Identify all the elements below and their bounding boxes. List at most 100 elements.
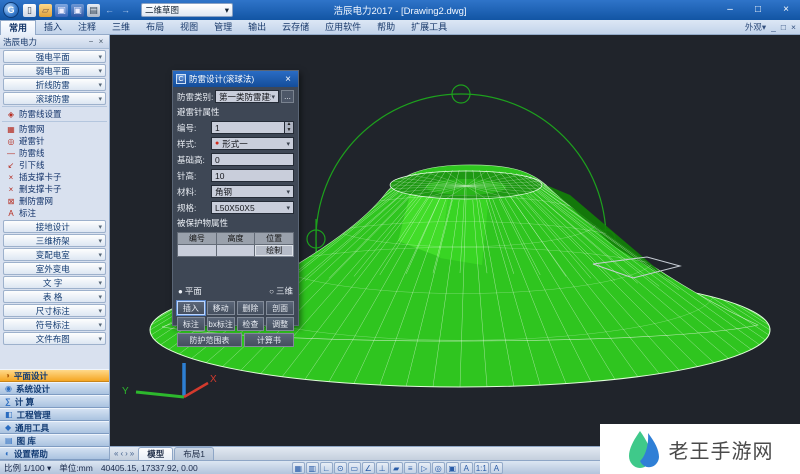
sidebar-item-lightning-rod[interactable]: ◎ 避雷针 bbox=[0, 135, 109, 147]
number-spinner[interactable]: ▲ ▼ bbox=[285, 121, 294, 134]
minimize-button[interactable]: – bbox=[716, 1, 744, 19]
calculation-report-button[interactable]: 计算书 bbox=[244, 333, 294, 347]
3d-radio-label[interactable]: 三维 bbox=[276, 285, 293, 297]
snap-toggle-icon[interactable]: ▥ bbox=[306, 462, 319, 474]
grid-toggle-icon[interactable]: ▦ bbox=[292, 462, 305, 474]
next-tab-icon[interactable]: › bbox=[125, 449, 128, 458]
sidebar-pin-icon[interactable]: − bbox=[86, 37, 96, 46]
quick-props-toggle-icon[interactable]: ◎ bbox=[432, 462, 445, 474]
prev-tab-icon[interactable]: ‹ bbox=[120, 449, 123, 458]
sidebar-item-delete-clamp[interactable]: × 删支撑卡子 bbox=[0, 183, 109, 195]
annotation-auto-icon[interactable]: A bbox=[490, 462, 503, 474]
sidebar-group-substation-room[interactable]: 变配电室▾ bbox=[3, 248, 106, 261]
annotation-visibility-icon[interactable]: A bbox=[460, 462, 473, 474]
maximize-button[interactable]: □ bbox=[744, 1, 772, 19]
ribbon-tab-ext-tools[interactable]: 扩展工具 bbox=[403, 20, 455, 35]
sidebar-item-annotate[interactable]: A 标注 bbox=[0, 207, 109, 219]
sidebar-group-file-layout[interactable]: 文件布图▾ bbox=[3, 332, 106, 345]
dialog-title-bar[interactable]: C 防雷设计(滚球法) × bbox=[173, 71, 298, 87]
plane-radio-icon[interactable]: ● bbox=[178, 287, 183, 296]
more-options-button[interactable]: ... bbox=[281, 90, 294, 103]
material-select[interactable]: 角钢 ▾ bbox=[211, 185, 294, 198]
appearance-dropdown[interactable]: 外观▾ bbox=[745, 21, 766, 33]
workspace-toggle-icon[interactable]: ▣ bbox=[446, 462, 459, 474]
number-input[interactable]: 1 bbox=[211, 121, 285, 134]
doc-minimize-button[interactable]: _ bbox=[771, 22, 776, 32]
selection-toggle-icon[interactable]: ▷ bbox=[418, 462, 431, 474]
nav-calculation[interactable]: ∑ 计 算 bbox=[0, 395, 109, 408]
doc-restore-button[interactable]: □ bbox=[781, 22, 786, 32]
ribbon-tab-insert[interactable]: 插入 bbox=[36, 20, 70, 35]
sidebar-group-polyline-lightning[interactable]: 折线防雷▾ bbox=[3, 78, 106, 91]
ribbon-tab-apps[interactable]: 应用软件 bbox=[317, 20, 369, 35]
base-height-input[interactable]: 0 bbox=[211, 153, 294, 166]
dialog-close-icon[interactable]: × bbox=[281, 74, 295, 85]
sidebar-close-icon[interactable]: × bbox=[96, 37, 106, 46]
close-button[interactable]: × bbox=[772, 1, 800, 19]
annotate-button[interactable]: 标注 bbox=[177, 317, 205, 331]
save-icon[interactable]: ▣ bbox=[55, 4, 68, 17]
delete-button[interactable]: 删除 bbox=[237, 301, 265, 315]
save-as-icon[interactable]: ▣ bbox=[71, 4, 84, 17]
new-file-icon[interactable]: ▯ bbox=[23, 4, 36, 17]
spec-select[interactable]: L50X50X5 ▾ bbox=[211, 201, 294, 214]
sidebar-group-3d-tray[interactable]: 三维桥架▾ bbox=[3, 234, 106, 247]
sidebar-item-down-lead[interactable]: ↙ 引下线 bbox=[0, 159, 109, 171]
undo-icon[interactable]: ← bbox=[103, 4, 116, 17]
ribbon-tab-layout[interactable]: 布局 bbox=[138, 20, 172, 35]
adjust-button[interactable]: 调整 bbox=[266, 317, 294, 331]
sidebar-group-symbol-annotation[interactable]: 符号标注▾ bbox=[3, 318, 106, 331]
first-tab-icon[interactable]: « bbox=[114, 449, 118, 458]
doc-close-button[interactable]: × bbox=[791, 22, 796, 32]
draw-button[interactable]: 绘制 bbox=[255, 245, 294, 257]
dyn-toggle-icon[interactable]: ▰ bbox=[390, 462, 403, 474]
cell-number[interactable] bbox=[178, 245, 217, 257]
sidebar-group-text[interactable]: 文 字▾ bbox=[3, 276, 106, 289]
check-button[interactable]: 检查 bbox=[237, 317, 265, 331]
nav-settings-help[interactable]: ◐ 设置帮助 bbox=[0, 447, 109, 460]
nav-project-management[interactable]: ◧ 工程管理 bbox=[0, 408, 109, 421]
ribbon-tab-home[interactable]: 常用 bbox=[0, 20, 36, 35]
nav-library[interactable]: ▤ 图 库 bbox=[0, 434, 109, 447]
sidebar-group-grounding[interactable]: 接地设计▾ bbox=[3, 220, 106, 233]
cell-height[interactable] bbox=[216, 245, 255, 257]
ribbon-tab-3d[interactable]: 三维 bbox=[104, 20, 138, 35]
redo-icon[interactable]: → bbox=[119, 4, 132, 17]
ribbon-tab-cloud[interactable]: 云存储 bbox=[274, 20, 317, 35]
osnap-toggle-icon[interactable]: ▭ bbox=[348, 462, 361, 474]
sidebar-item-delete-grid[interactable]: ⊠ 删防雷网 bbox=[0, 195, 109, 207]
ribbon-tab-view[interactable]: 视图 bbox=[172, 20, 206, 35]
ribbon-tab-output[interactable]: 输出 bbox=[240, 20, 274, 35]
tab-layout1[interactable]: 布局1 bbox=[174, 447, 214, 460]
sidebar-group-rolling-ball[interactable]: 滚球防雷▾ bbox=[3, 92, 106, 105]
sidebar-group-weak-power[interactable]: 弱电平面▾ bbox=[3, 64, 106, 77]
sidebar-group-outdoor-substation[interactable]: 室外变电▾ bbox=[3, 262, 106, 275]
sidebar-item-lightning-line[interactable]: — 防雷线 bbox=[0, 147, 109, 159]
ortho-toggle-icon[interactable]: ∟ bbox=[320, 462, 333, 474]
scale-dropdown[interactable]: 比例 1/100 ▾ bbox=[0, 462, 55, 474]
lineweight-toggle-icon[interactable]: ≡ bbox=[404, 462, 417, 474]
ribbon-tab-manage[interactable]: 管理 bbox=[206, 20, 240, 35]
otrack-toggle-icon[interactable]: ∠ bbox=[362, 462, 375, 474]
ducs-toggle-icon[interactable]: ⊥ bbox=[376, 462, 389, 474]
tab-model[interactable]: 模型 bbox=[138, 447, 173, 460]
print-icon[interactable]: ▤ bbox=[87, 4, 100, 17]
ribbon-tab-help[interactable]: 帮助 bbox=[369, 20, 403, 35]
section-button[interactable]: 剖面 bbox=[266, 301, 294, 315]
sidebar-group-dim-annotation[interactable]: 尺寸标注▾ bbox=[3, 304, 106, 317]
polar-toggle-icon[interactable]: ⊙ bbox=[334, 462, 347, 474]
nav-general-tools[interactable]: ◆ 通用工具 bbox=[0, 421, 109, 434]
insert-button[interactable]: 插入 bbox=[177, 301, 205, 315]
annotation-scale-icon[interactable]: 1:1 bbox=[474, 462, 489, 474]
nav-system-design[interactable]: ◉ 系统设计 bbox=[0, 382, 109, 395]
style-select[interactable]: ● 形式一 ▾ bbox=[211, 137, 294, 150]
rod-height-input[interactable]: 10 bbox=[211, 169, 294, 182]
open-file-icon[interactable]: ▱ bbox=[39, 4, 52, 17]
protection-range-table-button[interactable]: 防护范围表 bbox=[177, 333, 242, 347]
move-button[interactable]: 移动 bbox=[207, 301, 235, 315]
sidebar-item-lightning-grid[interactable]: ▦ 防雷网 bbox=[0, 123, 109, 135]
3d-radio-icon[interactable]: ○ bbox=[269, 287, 274, 296]
sidebar-group-table[interactable]: 表 格▾ bbox=[3, 290, 106, 303]
sidebar-group-strong-power[interactable]: 强电平面▾ bbox=[3, 50, 106, 63]
sidebar-item-insert-clamp[interactable]: × 插支撑卡子 bbox=[0, 171, 109, 183]
